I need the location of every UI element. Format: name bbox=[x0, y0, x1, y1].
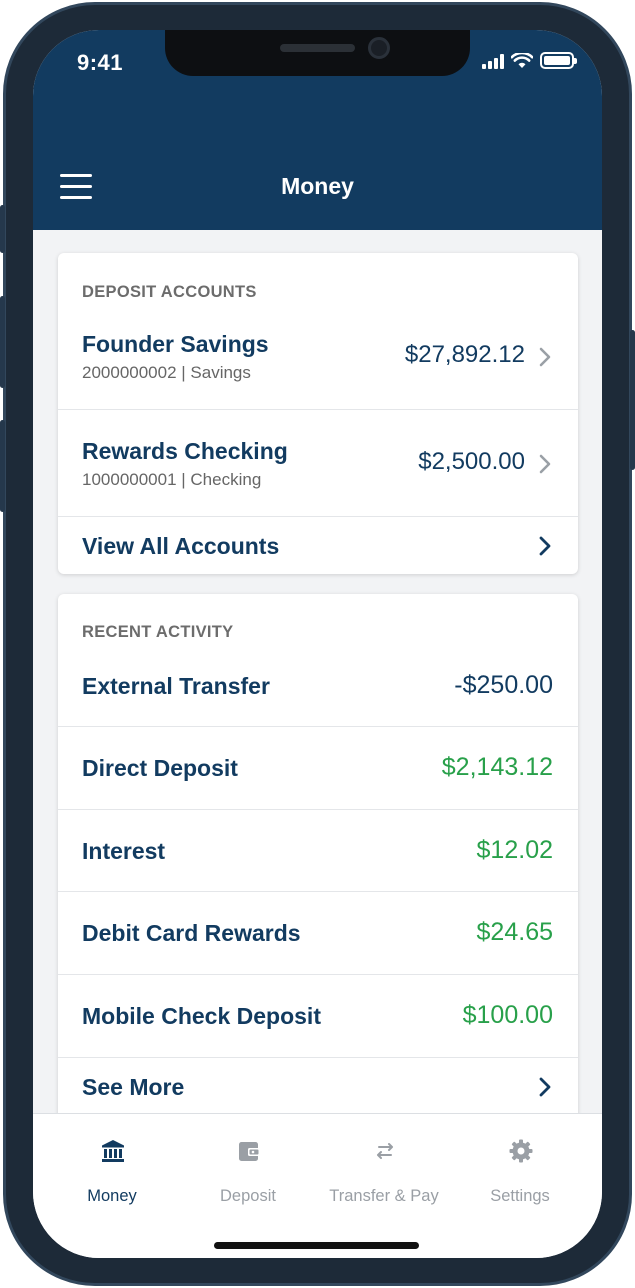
tab-label: Settings bbox=[490, 1187, 550, 1205]
account-row-founder-savings[interactable]: Founder Savings 2000000002 | Savings $27… bbox=[58, 316, 578, 409]
tab-label: Deposit bbox=[220, 1187, 276, 1205]
see-more-label: See More bbox=[82, 1074, 185, 1100]
tab-settings[interactable]: Settings bbox=[449, 1114, 591, 1214]
tab-label: Transfer & Pay bbox=[329, 1187, 439, 1205]
account-detail: 2000000002 | Savings bbox=[82, 363, 251, 382]
recent-activity-heading: RECENT ACTIVITY bbox=[82, 623, 234, 641]
activity-name: Direct Deposit bbox=[82, 755, 238, 781]
recent-activity-card: RECENT ACTIVITY External Transfer -$250.… bbox=[58, 594, 578, 1134]
side-button-volume-up bbox=[0, 296, 5, 388]
side-button-mute bbox=[0, 205, 5, 253]
tab-deposit[interactable]: Deposit bbox=[177, 1114, 319, 1214]
activity-row[interactable]: External Transfer -$250.00 bbox=[58, 654, 578, 726]
activity-amount: $24.65 bbox=[476, 918, 553, 946]
activity-row[interactable]: Debit Card Rewards $24.65 bbox=[58, 891, 578, 974]
activity-row[interactable]: Direct Deposit $2,143.12 bbox=[58, 726, 578, 809]
tab-label: Money bbox=[87, 1187, 137, 1205]
bank-icon bbox=[102, 1140, 124, 1162]
wallet-icon bbox=[239, 1142, 260, 1161]
deposit-accounts-heading: DEPOSIT ACCOUNTS bbox=[82, 283, 257, 301]
battery-icon bbox=[540, 52, 577, 69]
account-balance: $27,892.12 bbox=[404, 341, 525, 368]
view-all-accounts-link[interactable]: View All Accounts bbox=[58, 516, 578, 574]
transfer-arrows-icon bbox=[377, 1143, 393, 1159]
view-all-accounts-label: View All Accounts bbox=[82, 533, 280, 559]
side-button-power bbox=[630, 330, 635, 470]
gear-icon bbox=[509, 1139, 533, 1163]
activity-amount: $100.00 bbox=[462, 1001, 553, 1029]
account-row-rewards-checking[interactable]: Rewards Checking 1000000001 | Checking $… bbox=[58, 409, 578, 516]
account-name: Founder Savings bbox=[82, 331, 269, 357]
chevron-right-icon bbox=[539, 1077, 551, 1097]
activity-name: Interest bbox=[82, 838, 166, 864]
chevron-right-icon bbox=[539, 536, 551, 556]
page-title: Money bbox=[281, 173, 354, 199]
activity-row[interactable]: Mobile Check Deposit $100.00 bbox=[58, 974, 578, 1057]
tab-transfer-pay[interactable]: Transfer & Pay bbox=[313, 1114, 455, 1214]
speaker-grille bbox=[280, 44, 355, 52]
status-icons bbox=[482, 52, 577, 69]
home-indicator[interactable] bbox=[214, 1242, 419, 1249]
activity-amount: $2,143.12 bbox=[441, 753, 553, 781]
activity-name: Mobile Check Deposit bbox=[82, 1003, 321, 1029]
cellular-signal-icon bbox=[482, 53, 504, 69]
activity-row[interactable]: Interest $12.02 bbox=[58, 809, 578, 891]
account-balance: $2,500.00 bbox=[418, 448, 525, 475]
activity-name: External Transfer bbox=[82, 673, 270, 699]
account-name: Rewards Checking bbox=[82, 438, 288, 464]
screen: 9:41 Money DEPOSIT ACCOUNTS Founder Savi… bbox=[33, 30, 602, 1258]
chevron-right-icon bbox=[539, 347, 551, 367]
tab-money[interactable]: Money bbox=[41, 1114, 183, 1214]
status-time: 9:41 bbox=[77, 50, 124, 75]
front-camera bbox=[368, 37, 390, 59]
deposit-accounts-card: DEPOSIT ACCOUNTS Founder Savings 2000000… bbox=[58, 253, 578, 574]
activity-amount: -$250.00 bbox=[454, 671, 553, 699]
wifi-icon bbox=[511, 53, 533, 68]
activity-amount: $12.02 bbox=[476, 836, 553, 864]
activity-name: Debit Card Rewards bbox=[82, 920, 301, 946]
side-button-volume-down bbox=[0, 420, 5, 512]
device-notch bbox=[165, 30, 470, 76]
bottom-tab-bar: Money Deposit Transfer & Pay Settings bbox=[33, 1113, 602, 1258]
chevron-right-icon bbox=[539, 454, 551, 474]
account-detail: 1000000001 | Checking bbox=[82, 470, 262, 489]
